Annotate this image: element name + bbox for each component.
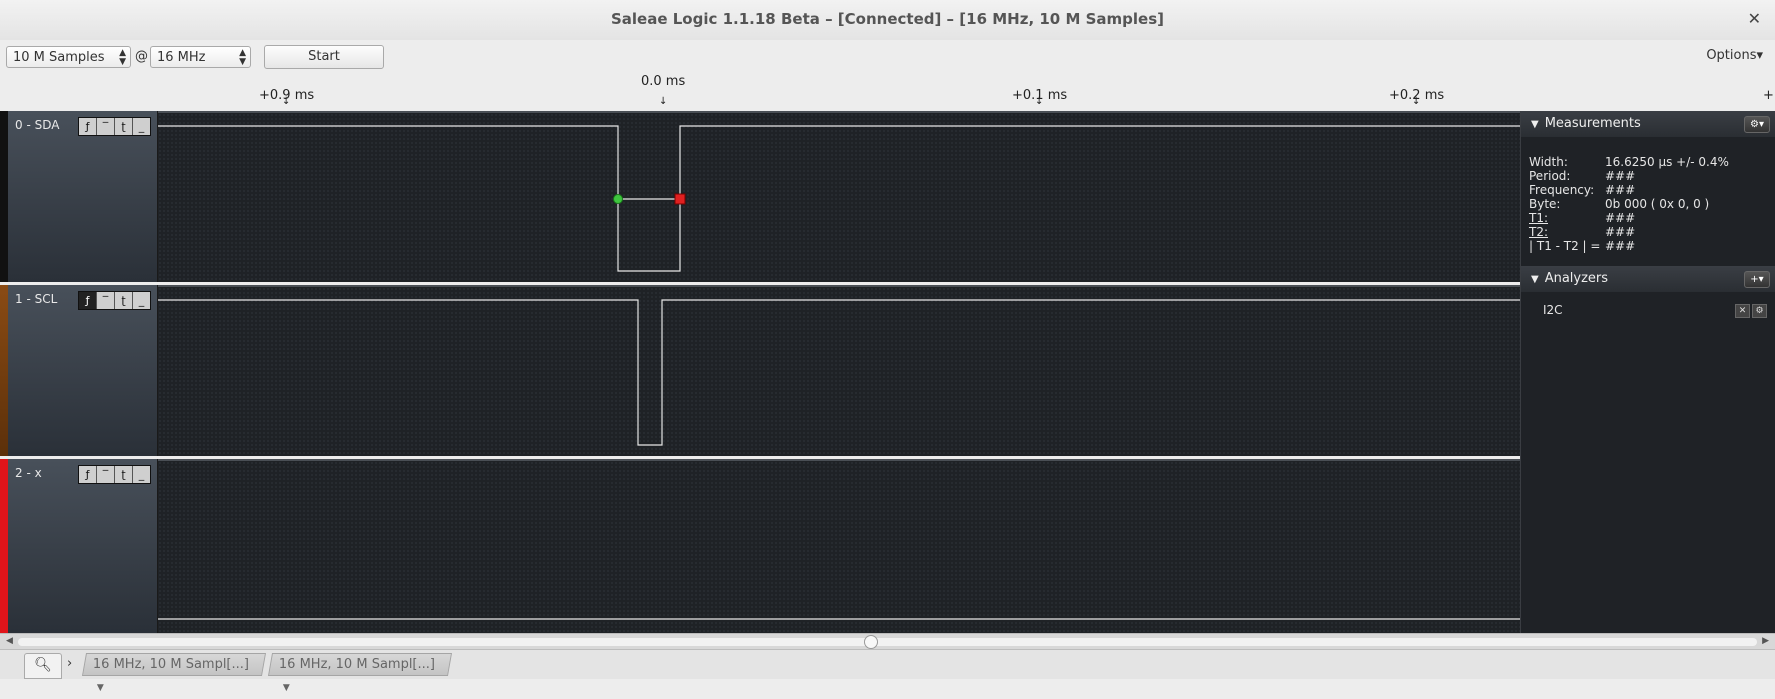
channel-1: 1 - SCL ƒ ‾ ʈ _ <box>0 285 1520 456</box>
measurements-list: Width: 16.6250 µs +/- 0.4% Period: ### Fre… <box>1529 155 1729 253</box>
trigger-buttons: ƒ ‾ ʈ _ <box>78 117 151 136</box>
options-menu[interactable]: Options▾ <box>1706 48 1763 63</box>
samples-select[interactable]: 10 M Samples ▲ ▼ <box>6 46 131 68</box>
waveform-plot[interactable] <box>158 459 1520 633</box>
falling-edge-trigger-icon[interactable]: ʈ <box>115 118 133 135</box>
scroll-thumb[interactable] <box>864 635 878 649</box>
low-level-trigger-icon[interactable]: _ <box>133 466 150 483</box>
remove-analyzer-icon[interactable]: ✕ <box>1735 304 1750 318</box>
measurements-header[interactable]: ▼ Measurements ⚙▾ <box>1521 111 1775 137</box>
measurement-row: Width: 16.6250 µs +/- 0.4% <box>1529 155 1729 169</box>
analyzers-title: Analyzers <box>1544 271 1609 286</box>
ruler-tick-mark: ↓ <box>1035 96 1044 107</box>
rising-edge-trigger-icon[interactable]: ƒ <box>79 292 97 309</box>
ruler-tick-mark: ↓ <box>659 96 668 107</box>
triangle-down-icon: ▼ <box>1531 119 1539 130</box>
ruler-center-label: 0.0 ms <box>641 74 686 89</box>
analyzer-item-i2c[interactable]: I2C <box>1543 303 1563 317</box>
scroll-left-icon[interactable]: ◀ <box>6 636 13 646</box>
rate-select[interactable]: 16 MHz ▲ ▼ <box>150 46 251 68</box>
gear-icon[interactable]: ⚙▾ <box>1744 116 1770 133</box>
horizontal-scrollbar[interactable]: ◀ ▶ <box>0 633 1775 650</box>
analyzers-header[interactable]: ▼ Analyzers +▾ <box>1521 266 1775 292</box>
scroll-right-icon[interactable]: ▶ <box>1762 636 1769 646</box>
rising-edge-trigger-icon[interactable]: ƒ <box>79 466 97 483</box>
toolbar: 10 M Samples ▲ ▼ @ 16 MHz ▲ ▼ Start Option… <box>0 40 1775 72</box>
t2-marker-icon[interactable] <box>674 193 686 205</box>
low-level-trigger-icon[interactable]: _ <box>133 118 150 135</box>
low-level-trigger-icon[interactable]: _ <box>133 292 150 309</box>
high-level-trigger-icon[interactable]: ‾ <box>97 466 115 483</box>
add-analyzer-button[interactable]: +▾ <box>1744 271 1770 288</box>
sda-waveform <box>158 125 1520 272</box>
channel-label-panel[interactable]: 2 - x ƒ ‾ ʈ _ <box>0 459 158 633</box>
session-tab[interactable]: 16 MHz, 10 M Sampl[...]▼ <box>267 653 453 693</box>
ruler-end-marker: + <box>1763 88 1774 103</box>
channel-name: 0 - SDA <box>15 118 60 132</box>
window-title: Saleae Logic 1.1.18 Beta – [Connected] –… <box>610 10 1164 28</box>
ruler-tick-mark: ↓ <box>282 96 291 107</box>
chevron-right-icon[interactable]: › <box>67 656 72 671</box>
measurements-title: Measurements <box>1544 116 1641 131</box>
spinner-arrows-icon: ▲ ▼ <box>239 48 246 67</box>
x-waveform <box>158 618 1520 620</box>
t1-marker-icon[interactable] <box>613 194 623 204</box>
waveform-plot[interactable] <box>158 111 1520 282</box>
high-level-trigger-icon[interactable]: ‾ <box>97 292 115 309</box>
time-ruler[interactable]: 0.0 ms ↓ +0.9 ms ↓ +0.1 ms ↓ +0.2 ms ↓ + <box>0 72 1775 112</box>
waveform-plot[interactable] <box>158 285 1520 456</box>
chevron-down-icon[interactable]: ▼ <box>97 677 104 699</box>
measurement-row: Byte: 0b 000 ( 0x 0, 0 ) <box>1529 197 1710 211</box>
spinner-arrows-icon: ▲ ▼ <box>119 48 126 67</box>
title-bar: Saleae Logic 1.1.18 Beta – [Connected] –… <box>0 0 1775 41</box>
start-button[interactable]: Start <box>264 45 384 69</box>
scroll-track[interactable] <box>18 638 1757 646</box>
measurement-row: T2: ### <box>1529 225 1636 239</box>
close-icon[interactable]: ✕ <box>1748 9 1761 28</box>
triangle-down-icon: ▼ <box>1531 274 1539 285</box>
samples-select-value: 10 M Samples <box>13 50 105 65</box>
gear-icon[interactable]: ⚙ <box>1752 304 1767 318</box>
rising-edge-trigger-icon[interactable]: ƒ <box>79 118 97 135</box>
ruler-tick-mark: ↓ <box>1412 96 1421 107</box>
falling-edge-trigger-icon[interactable]: ʈ <box>115 466 133 483</box>
search-icon[interactable]: 🔍︎ <box>24 653 62 679</box>
channel-label-panel[interactable]: 0 - SDA ƒ ‾ ʈ _ <box>0 111 158 282</box>
side-panel: ▼ Measurements ⚙▾ Width: 16.6250 µs +/- 0.… <box>1520 111 1775 633</box>
session-tab-bar: 🔍︎ › 16 MHz, 10 M Sampl[...]▼ 16 MHz, 10… <box>0 649 1775 693</box>
high-level-trigger-icon[interactable]: ‾ <box>97 118 115 135</box>
channel-name: 2 - x <box>15 466 42 480</box>
channel-color-bar <box>0 285 8 456</box>
channel-name: 1 - SCL <box>15 292 58 306</box>
rate-select-value: 16 MHz <box>157 50 206 65</box>
channel-2: 2 - x ƒ ‾ ʈ _ <box>0 459 1520 633</box>
measurement-row: | T1 - T2 | = ### <box>1529 239 1636 253</box>
measurement-row: Period: ### <box>1529 169 1636 183</box>
channel-area: 0 - SDA ƒ ‾ ʈ _ 1 - SCL ƒ ‾ ʈ _ 2 - x ƒ … <box>0 111 1520 633</box>
trigger-buttons: ƒ ‾ ʈ _ <box>78 465 151 484</box>
at-label: @ <box>135 49 148 64</box>
falling-edge-trigger-icon[interactable]: ʈ <box>115 292 133 309</box>
channel-color-bar <box>0 111 8 282</box>
trigger-buttons: ƒ ‾ ʈ _ <box>78 291 151 310</box>
channel-label-panel[interactable]: 1 - SCL ƒ ‾ ʈ _ <box>0 285 158 456</box>
measurement-row: T1: ### <box>1529 211 1636 225</box>
channel-0: 0 - SDA ƒ ‾ ʈ _ <box>0 111 1520 282</box>
chevron-down-icon[interactable]: ▼ <box>283 677 290 699</box>
measurement-row: Frequency: ### <box>1529 183 1636 197</box>
session-tab[interactable]: 16 MHz, 10 M Sampl[...]▼ <box>81 653 267 693</box>
channel-color-bar <box>0 459 8 633</box>
scl-waveform <box>158 299 1520 446</box>
